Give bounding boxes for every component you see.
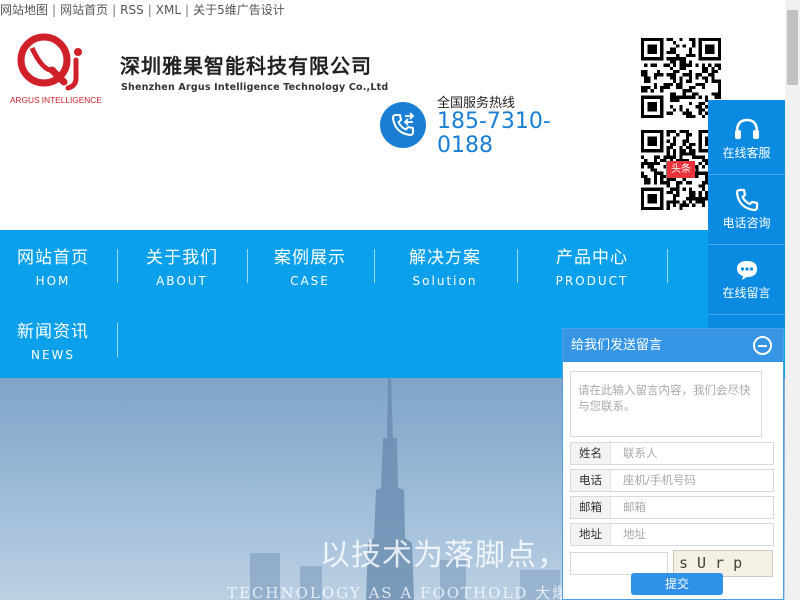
field-placeholder: 联系人 — [623, 446, 658, 460]
nav-label-en: ABOUT — [156, 274, 208, 288]
minimize-icon[interactable] — [753, 336, 772, 355]
divider — [708, 314, 785, 315]
company-logo[interactable]: ARGUS INTELLIGENCE — [10, 30, 116, 110]
message-content-field[interactable]: 请在此输入留言内容，我们会尽快与您联系。 — [570, 371, 762, 437]
nav-label-en: PRODUCT — [555, 274, 629, 288]
about-5d-link[interactable]: 关于5维广告设计 — [193, 3, 285, 17]
nav-label-en: NEWS — [30, 348, 76, 362]
service-label: 电话咨询 — [722, 216, 771, 230]
nav-divider — [117, 323, 118, 357]
sitemap-link[interactable]: 网站地图 — [0, 3, 48, 17]
message-panel: 给我们发送留言 请在此输入留言内容，我们会尽快与您联系。 姓名 联系人 电话 座… — [562, 328, 784, 600]
nav-label-cn: 新闻资讯 — [17, 322, 89, 342]
captcha-input[interactable] — [570, 552, 668, 575]
top-links-bar: 网站地图 | 网站首页 | RSS | XML | 关于5维广告设计 — [0, 0, 285, 20]
nav-label-en: Solution — [412, 274, 478, 288]
nav-item-news[interactable]: 新闻资讯 NEWS — [10, 321, 96, 362]
address-field[interactable]: 地址 地址 — [570, 523, 774, 546]
field-label: 姓名 — [571, 443, 611, 464]
phone-icon — [708, 186, 785, 214]
separator: | — [112, 3, 117, 17]
floating-service-bar: 在线客服 电话咨询 在线留言 — [708, 100, 785, 328]
page-scrollbar[interactable] — [785, 0, 800, 600]
email-field[interactable]: 邮箱 邮箱 — [570, 496, 774, 519]
service-phone[interactable]: 电话咨询 — [708, 186, 785, 231]
nav-item-product[interactable]: 产品中心 PRODUCT — [546, 247, 638, 288]
rss-link[interactable]: RSS — [120, 3, 144, 17]
scrollbar-thumb[interactable] — [787, 10, 798, 85]
nav-label-cn: 网站首页 — [17, 248, 89, 268]
nav-divider — [247, 249, 248, 283]
nav-divider — [517, 249, 518, 283]
nav-divider — [667, 249, 668, 283]
name-field[interactable]: 姓名 联系人 — [570, 442, 774, 465]
phone-field[interactable]: 电话 座机/手机号码 — [570, 469, 774, 492]
message-panel-header: 给我们发送留言 — [563, 329, 783, 362]
field-label: 邮箱 — [571, 497, 611, 518]
nav-divider — [374, 249, 375, 283]
divider — [708, 244, 785, 245]
nav-item-solution[interactable]: 解决方案 Solution — [400, 247, 490, 288]
toutiao-badge: 头条 — [667, 161, 695, 178]
nav-label-en: CASE — [290, 274, 330, 288]
nav-label-cn: 产品中心 — [556, 248, 628, 268]
service-leave-message[interactable]: 在线留言 — [708, 256, 785, 301]
phone-icon — [380, 102, 426, 148]
nav-item-about[interactable]: 关于我们 ABOUT — [138, 247, 226, 288]
message-panel-title: 给我们发送留言 — [571, 338, 663, 353]
chat-bubble-icon — [708, 256, 785, 284]
nav-divider — [117, 249, 118, 283]
nav-item-case[interactable]: 案例展示 CASE — [267, 247, 353, 288]
field-label: 地址 — [571, 524, 611, 545]
separator: | — [147, 3, 152, 17]
company-name: 深圳雅果智能科技有限公司 — [120, 54, 372, 78]
nav-label-cn: 解决方案 — [409, 248, 481, 268]
field-placeholder: 地址 — [623, 527, 646, 541]
logo-text: ARGUS INTELLIGENCE — [10, 95, 102, 105]
field-placeholder: 座机/手机号码 — [623, 473, 696, 487]
separator: | — [185, 3, 190, 17]
divider — [708, 174, 785, 175]
headset-icon — [708, 116, 785, 144]
nav-label-cn: 关于我们 — [146, 248, 218, 268]
banner-tagline: 以技术为落脚点， — [320, 538, 568, 573]
company-name-en: Shenzhen Argus Intelligence Technology C… — [121, 82, 389, 93]
nav-label-cn: 案例展示 — [274, 248, 346, 268]
xml-link[interactable]: XML — [156, 3, 181, 17]
submit-button[interactable]: 提交 — [631, 573, 723, 595]
field-label: 电话 — [571, 470, 611, 491]
field-placeholder: 邮箱 — [623, 500, 646, 514]
service-label: 在线客服 — [722, 146, 771, 160]
service-online-chat[interactable]: 在线客服 — [708, 116, 785, 161]
nav-item-home[interactable]: 网站首页 HOM — [10, 247, 96, 288]
home-link[interactable]: 网站首页 — [60, 3, 108, 17]
nav-label-en: HOM — [35, 274, 71, 288]
service-label: 在线留言 — [722, 286, 771, 300]
hotline-number[interactable]: 185-7310-0188 — [437, 110, 577, 158]
separator: | — [52, 3, 57, 17]
